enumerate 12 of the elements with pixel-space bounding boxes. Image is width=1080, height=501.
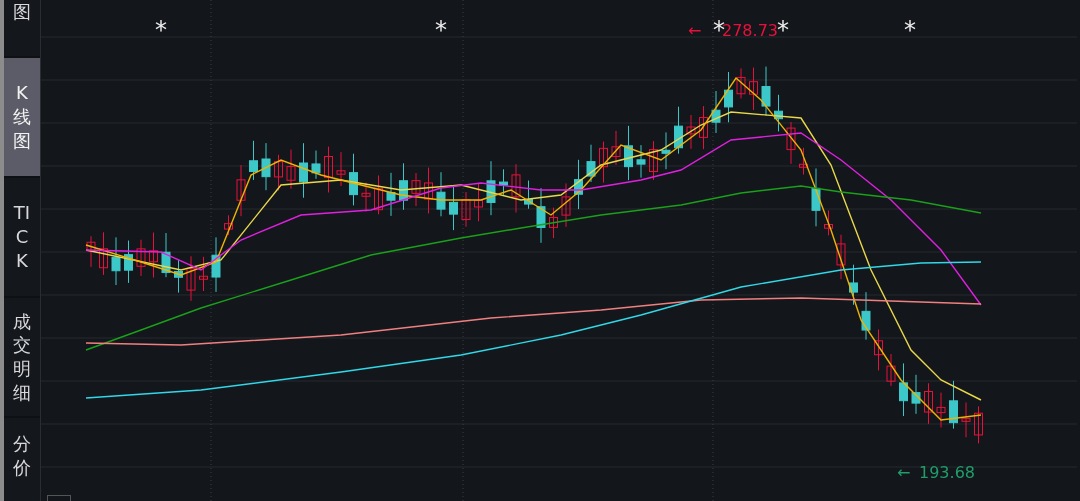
arrow-marker: ← [897,463,911,483]
price-label: 193.68 [919,463,975,483]
chart-marker: * [435,18,447,42]
chart-marker: * [904,18,916,42]
chart-marker: * [155,18,167,42]
sidebar-tab[interactable]: 图 [4,0,40,56]
sidebar-tab[interactable]: K线图 [4,58,40,176]
sidebar-tab[interactable]: 分价 [4,418,40,501]
sidebar-tab[interactable]: 成交明细 [4,298,40,416]
chart-marker: * [777,18,789,42]
sidebar-tab[interactable]: TICK [4,178,40,296]
arrow-marker: ← [688,21,702,41]
